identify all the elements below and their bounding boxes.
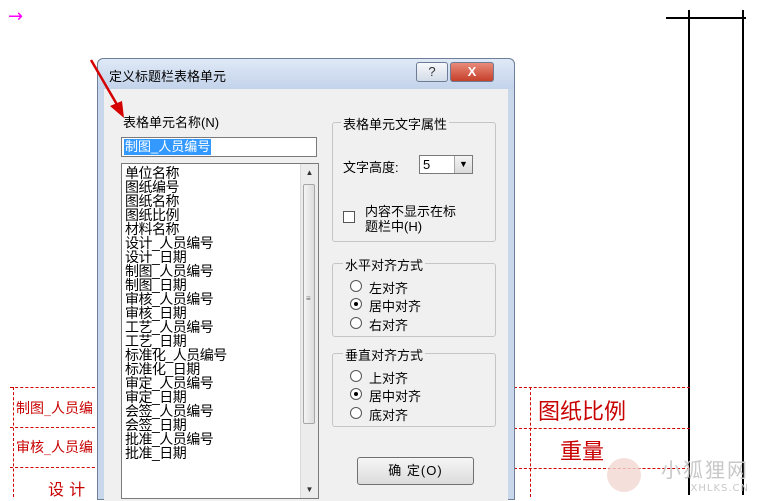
list-item[interactable]: 设计_人员编号: [125, 236, 297, 250]
v-top-radio[interactable]: [350, 370, 362, 382]
v-bottom-radio[interactable]: [350, 407, 362, 419]
fox-logo-icon: [607, 458, 641, 492]
horizontal-align-title: 水平对齐方式: [343, 255, 426, 274]
text-height-combo[interactable]: 5 ▼: [419, 155, 473, 174]
listbox-scrollbar[interactable]: ▲ ≡ ▼: [300, 164, 318, 498]
list-item[interactable]: 标准化_日期: [125, 362, 297, 376]
v-bottom-label: 底对齐: [369, 408, 409, 423]
h-center-label: 居中对齐: [369, 299, 422, 314]
h-right-label: 右对齐: [369, 318, 409, 333]
list-item[interactable]: 图纸比例: [125, 208, 297, 222]
frame-line-inner: [688, 10, 690, 495]
list-item[interactable]: 制图_日期: [125, 278, 297, 292]
hide-content-checkbox[interactable]: [343, 211, 355, 223]
scroll-thumb[interactable]: ≡: [303, 184, 315, 424]
list-item[interactable]: 审核_日期: [125, 306, 297, 320]
list-item[interactable]: 会签_日期: [125, 418, 297, 432]
text-height-value: 5: [423, 157, 431, 172]
scroll-down-icon[interactable]: ▼: [301, 481, 318, 498]
list-item[interactable]: 图纸名称: [125, 194, 297, 208]
cell-name-label: 表格单元名称(N): [123, 115, 220, 130]
list-item[interactable]: 材料名称: [125, 222, 297, 236]
list-item[interactable]: 批准_人员编号: [125, 432, 297, 446]
titleblock-line: [13, 387, 14, 497]
vertical-align-title: 垂直对齐方式: [343, 345, 426, 364]
cad-cell-text: 制图_人员编: [16, 401, 93, 417]
v-middle-radio[interactable]: [350, 388, 362, 400]
titleblock-line: [10, 467, 100, 468]
ok-button[interactable]: 确 定(O): [357, 457, 474, 485]
v-middle-label: 居中对齐: [369, 389, 422, 404]
cad-cell-text: 重量: [560, 440, 605, 465]
cell-name-listbox[interactable]: 单位名称 图纸编号 图纸名称 图纸比例 材料名称 设计_人员编号 设计_日期 制图_人员编号制…: [121, 163, 319, 499]
text-height-label: 文字高度:: [343, 160, 399, 175]
list-item[interactable]: 单位名称: [125, 166, 297, 180]
h-right-radio[interactable]: [350, 317, 362, 329]
cursor-arrow-icon: →: [8, 6, 24, 27]
list-item[interactable]: 图纸编号: [125, 180, 297, 194]
cell-name-selected-text: 制图_人员编号: [124, 139, 212, 155]
cell-name-input[interactable]: 制图_人员编号: [121, 137, 317, 157]
help-button[interactable]: ?: [416, 62, 448, 82]
text-attr-group-title: 表格单元文字属性: [341, 114, 450, 133]
hide-content-label-2: 题栏中(H): [365, 219, 423, 234]
titleblock-line: [10, 427, 100, 428]
list-item[interactable]: 标准化_人员编号: [125, 348, 297, 362]
list-item[interactable]: 会签_人员编号: [125, 404, 297, 418]
list-item[interactable]: 工艺_人员编号: [125, 320, 297, 334]
h-left-label: 左对齐: [369, 281, 409, 296]
v-top-label: 上对齐: [369, 371, 409, 386]
titleblock-line: [514, 387, 690, 388]
close-button[interactable]: X: [450, 62, 494, 82]
grip-icon: ≡: [306, 294, 311, 303]
scroll-up-icon[interactable]: ▲: [301, 164, 318, 181]
frame-line-top: [666, 17, 746, 19]
cell-name-list: 单位名称 图纸编号 图纸名称 图纸比例 材料名称 设计_人员编号 设计_日期 制图_人员编号制…: [125, 166, 297, 460]
titleblock-line: [514, 428, 690, 429]
h-center-radio[interactable]: [350, 298, 362, 310]
cad-cell-text: 图纸比例: [538, 400, 627, 425]
cad-cell-text: 审核_人员编: [16, 440, 93, 456]
dialog-title: 定义标题栏表格单元: [109, 69, 227, 84]
list-item[interactable]: 工艺_日期: [125, 334, 297, 348]
chevron-down-icon[interactable]: ▼: [454, 156, 472, 173]
list-item[interactable]: 审定_人员编号: [125, 376, 297, 390]
watermark: 小狐狸网 XHLKS.CN: [661, 454, 749, 494]
list-item[interactable]: 批准_日期: [125, 446, 297, 460]
h-left-radio[interactable]: [350, 280, 362, 292]
frame-line-outer: [742, 10, 744, 495]
title-bar[interactable]: 定义标题栏表格单元 ? X: [98, 59, 514, 89]
list-item[interactable]: 审定_日期: [125, 390, 297, 404]
watermark-title: 小狐狸网: [661, 458, 749, 482]
list-item[interactable]: 审核_人员编号: [125, 292, 297, 306]
titleblock-line: [10, 387, 100, 388]
watermark-url: XHLKS.CN: [690, 483, 749, 494]
cad-cell-text: 设 计: [48, 480, 86, 499]
titleblock-line: [530, 387, 531, 497]
list-item[interactable]: 制图_人员编号: [125, 264, 297, 278]
list-item[interactable]: 设计_日期: [125, 250, 297, 264]
